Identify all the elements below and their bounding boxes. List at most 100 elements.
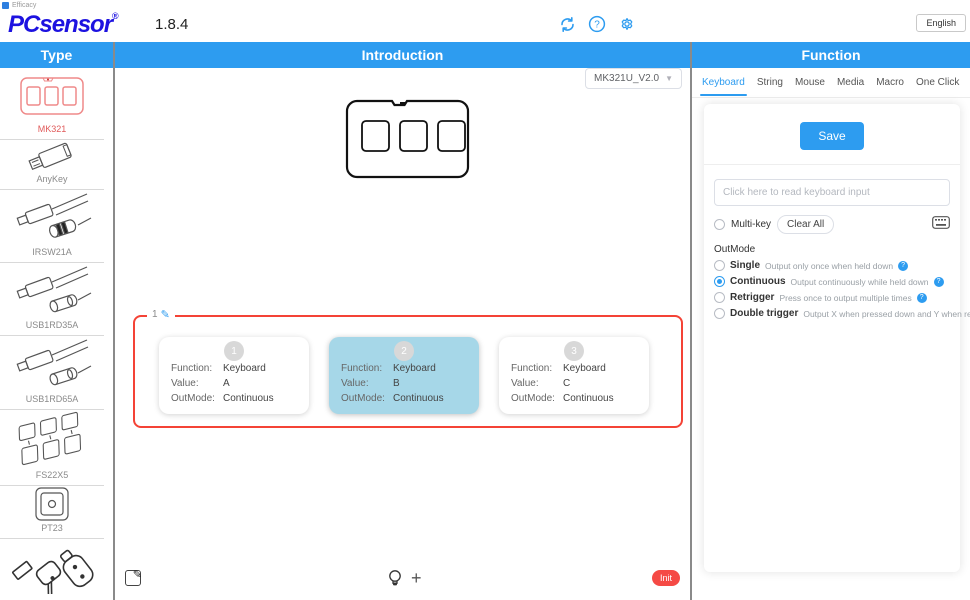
refresh-icon[interactable] <box>558 15 576 33</box>
tab-media[interactable]: Media <box>831 69 870 96</box>
device-preview-image <box>340 93 475 185</box>
pencil-glyph: ✎ <box>133 568 142 581</box>
keyboard-read-input[interactable] <box>714 179 950 206</box>
svg-text:?: ? <box>594 20 600 31</box>
os-title-bar: Efficacy <box>0 0 970 10</box>
multikey-checkbox[interactable] <box>714 219 725 230</box>
registered-mark: ® <box>112 11 118 21</box>
pcsensor-logo: PCsensor® <box>8 11 118 39</box>
tab-mouse[interactable]: Mouse <box>789 69 831 96</box>
sidebar-item-label: MK321 <box>38 124 67 136</box>
edit-pencil-icon[interactable]: ✎ <box>161 308 170 321</box>
outmode-value: Continuous <box>393 393 444 404</box>
app-header: PCsensor® 1.8.4 ? English <box>0 10 970 42</box>
radio-single[interactable] <box>714 260 725 271</box>
divider <box>704 164 960 165</box>
outmode-value: Continuous <box>563 393 614 404</box>
radio-double-trigger[interactable] <box>714 308 725 319</box>
key-card-3[interactable]: 3 Function:Keyboard Value:C OutMode:Cont… <box>499 337 649 414</box>
sidebar-header: Type <box>0 42 113 68</box>
introduction-header: Introduction <box>115 42 690 68</box>
value-value: A <box>223 378 230 389</box>
option-label: Single <box>730 260 760 271</box>
app-window-icon <box>2 2 9 9</box>
outmode-option-continuous: Continuous Output continuously while hel… <box>714 276 950 287</box>
usb1rd35a-device-icon <box>0 263 104 320</box>
option-desc: Output continuously while held down <box>791 277 929 287</box>
fs22x5-device-icon <box>0 410 104 470</box>
sidebar-item-fs22x5[interactable]: FS22X5 <box>0 410 104 486</box>
function-value: Keyboard <box>393 363 436 374</box>
option-desc: Press once to output multiple times <box>779 293 911 303</box>
device-version-select[interactable]: MK321U_V2.0 ▼ <box>585 68 682 89</box>
outmode-option-double-trigger: Double trigger Output X when pressed dow… <box>714 308 950 319</box>
help-question-icon[interactable]: ? <box>898 261 908 271</box>
tab-string[interactable]: String <box>751 69 789 96</box>
function-value: Keyboard <box>223 363 266 374</box>
keyboard-icon[interactable] <box>932 216 950 229</box>
radio-continuous[interactable] <box>714 276 725 287</box>
sidebar-item-mk321[interactable]: MK321 <box>0 68 104 140</box>
light-bulb-icon[interactable] <box>387 568 403 588</box>
group-number: 1 <box>152 309 158 320</box>
sidebar-item-label: USB1RD65A <box>26 394 79 406</box>
tab-keyboard[interactable]: Keyboard <box>696 69 751 96</box>
irsw21a-device-icon <box>0 190 104 247</box>
key-card-1[interactable]: 1 Function:Keyboard Value:A OutMode:Cont… <box>159 337 309 414</box>
help-icon[interactable]: ? <box>588 15 606 33</box>
tab-macro[interactable]: Macro <box>870 69 910 96</box>
multikey-label: Multi-key <box>731 219 771 230</box>
settings-gear-icon[interactable] <box>618 15 636 33</box>
outmode-title: OutMode <box>714 244 950 255</box>
key-group-label: 1 ✎ <box>147 308 175 321</box>
sidebar-item-label: USB1RD35A <box>26 320 79 332</box>
help-question-icon[interactable]: ? <box>917 293 927 303</box>
header-toolbar: ? <box>558 15 636 33</box>
option-label: Double trigger <box>730 308 798 319</box>
key-card-rows: Function:Keyboard Value:C OutMode:Contin… <box>511 363 641 408</box>
function-tabs: Keyboard String Mouse Media Macro One Cl… <box>692 68 970 98</box>
value-label: Value: <box>341 378 393 389</box>
value-value: B <box>393 378 400 389</box>
anykey-device-icon <box>0 138 104 174</box>
introduction-panel: MK321U_V2.0 ▼ 1 ✎ 1 Function:Keyboard Va… <box>115 68 690 600</box>
function-label: Function: <box>511 363 563 374</box>
chevron-down-icon: ▼ <box>665 74 673 83</box>
sidebar-item-partial[interactable] <box>0 539 104 599</box>
help-question-icon[interactable]: ? <box>934 277 944 287</box>
save-button[interactable]: Save <box>800 122 863 150</box>
function-panel: Keyboard String Mouse Media Macro One Cl… <box>692 68 970 600</box>
function-header: Function <box>692 42 970 68</box>
sidebar-item-anykey[interactable]: AnyKey <box>0 140 104 190</box>
sidebar-item-label: AnyKey <box>36 174 67 186</box>
pt23-device-icon <box>0 485 104 523</box>
tab-one-click[interactable]: One Click <box>910 69 965 96</box>
init-button[interactable]: Init <box>652 570 680 586</box>
sidebar-item-label: IRSW21A <box>32 247 72 259</box>
keyboard-settings-card: Save Multi-key Clear All OutMode Single … <box>704 104 960 572</box>
option-label: Retrigger <box>730 292 774 303</box>
sidebar-item-pt23[interactable]: PT23 <box>0 486 104 539</box>
sidebar-item-irsw21a[interactable]: IRSW21A <box>0 190 104 263</box>
sidebar-item-label: FS22X5 <box>36 470 69 482</box>
sidebar-item-usb1rd35a[interactable]: USB1RD35A <box>0 263 104 336</box>
function-value: Keyboard <box>563 363 606 374</box>
key-card-2-selected[interactable]: 2 Function:Keyboard Value:B OutMode:Cont… <box>329 337 479 414</box>
sidebar-item-label: PT23 <box>41 523 63 535</box>
app-version: 1.8.4 <box>155 16 188 33</box>
clear-all-button[interactable]: Clear All <box>777 215 834 234</box>
key-card-rows: Function:Keyboard Value:B OutMode:Contin… <box>341 363 471 408</box>
key-config-zone: 1 ✎ 1 Function:Keyboard Value:A OutMode:… <box>133 315 683 428</box>
sidebar-item-usb1rd65a[interactable]: USB1RD65A <box>0 336 104 410</box>
radio-retrigger[interactable] <box>714 292 725 303</box>
outmode-label: OutMode: <box>341 393 393 404</box>
language-button[interactable]: English <box>916 14 966 32</box>
function-label: Function: <box>171 363 223 374</box>
device-version-value: MK321U_V2.0 <box>594 73 659 84</box>
add-plus-icon[interactable]: + <box>411 568 422 589</box>
option-desc: Output only once when held down <box>765 261 893 271</box>
option-desc: Output X when pressed down and Y when re… <box>803 309 970 319</box>
value-value: C <box>563 378 570 389</box>
edit-note-icon[interactable]: ✎ <box>125 570 141 586</box>
key-number-badge: 3 <box>564 341 584 361</box>
